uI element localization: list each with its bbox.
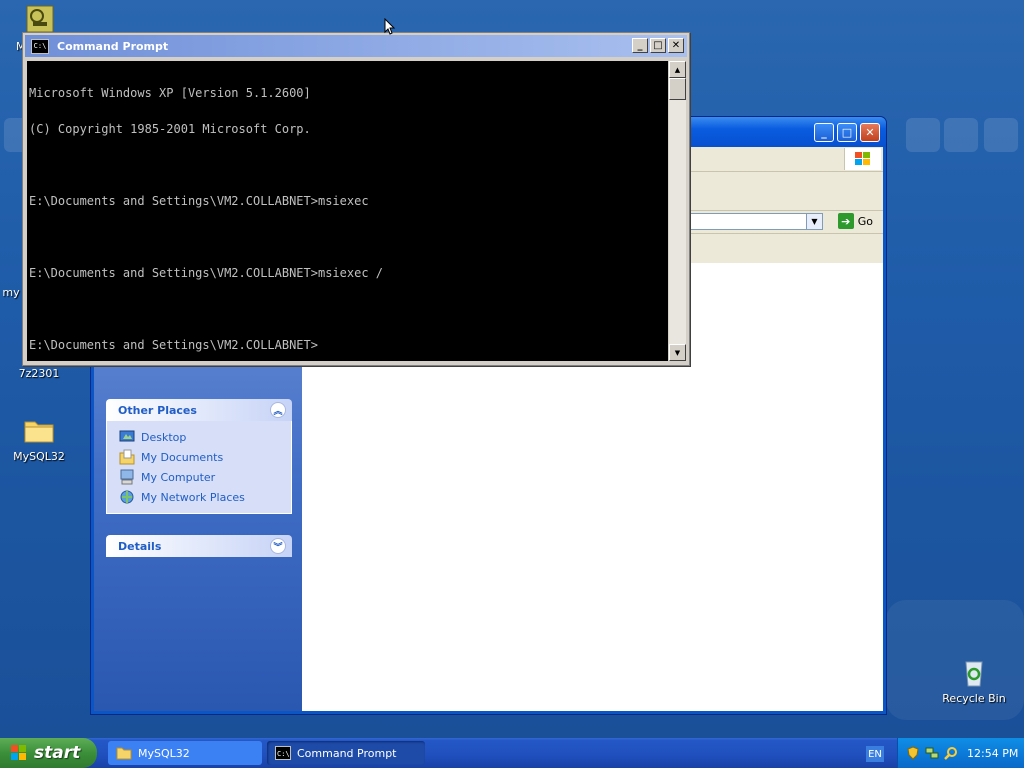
console-output[interactable]: Microsoft Windows XP [Version 5.1.2600] … (27, 61, 668, 361)
svg-text:C:\: C:\ (277, 750, 290, 758)
task-label: Command Prompt (297, 746, 397, 760)
other-places-panel: Other Places ︽ Desktop My Documents My C… (106, 399, 292, 514)
desktop-tile (944, 118, 978, 152)
my-computer-icon (120, 469, 134, 485)
network-places-icon (120, 490, 134, 504)
language-indicator[interactable]: EN (866, 746, 884, 762)
console-line: (C) Copyright 1985-2001 Microsoft Corp. (29, 122, 311, 136)
security-shield-icon[interactable] (906, 746, 920, 760)
close-button[interactable]: ✕ (860, 123, 880, 142)
start-label: start (34, 743, 81, 763)
desktop-icon-mysql32[interactable]: MySQL32 (2, 414, 76, 463)
minimize-button[interactable]: _ (814, 123, 834, 142)
search-icon[interactable] (944, 746, 958, 760)
go-arrow-icon: ➔ (837, 213, 854, 229)
mouse-cursor-icon (384, 18, 396, 35)
console-scrollbar[interactable]: ▲ ▼ (669, 61, 686, 361)
task-button-mysql32[interactable]: MySQL32 (108, 741, 262, 765)
recycle-bin-icon (965, 661, 983, 687)
desktop-icon-7z2301[interactable]: 7z2301 (2, 367, 76, 380)
close-button[interactable]: ✕ (668, 38, 684, 53)
scroll-up-icon[interactable]: ▲ (669, 61, 686, 78)
console-line: E:\Documents and Settings\VM2.COLLABNET> (29, 338, 318, 352)
clock[interactable]: 12:54 PM (967, 747, 1018, 760)
scroll-thumb[interactable] (669, 78, 686, 100)
go-label: Go (857, 214, 873, 228)
desktop-icon (119, 430, 135, 442)
network-icon[interactable] (925, 746, 939, 760)
other-places-title: Other Places (118, 403, 197, 417)
go-button[interactable]: ➔ Go (837, 213, 873, 229)
windows-logo-icon (11, 745, 26, 760)
console-line: E:\Documents and Settings\VM2.COLLABNET>… (29, 194, 369, 208)
task-button-command-prompt[interactable]: C:\ Command Prompt (267, 741, 425, 765)
maximize-button[interactable]: □ (837, 123, 857, 142)
my-documents-icon (119, 449, 135, 465)
desktop-tile (906, 118, 940, 152)
place-item-my-network-places[interactable]: My Network Places (119, 487, 279, 507)
desktop-icon-label: 7z2301 (18, 367, 60, 380)
console-line: Microsoft Windows XP [Version 5.1.2600] (29, 86, 311, 100)
windows-logo-icon (844, 148, 881, 170)
desktop-icon-label: MySQL32 (13, 450, 65, 463)
minimize-button[interactable]: _ (632, 38, 648, 53)
scroll-down-icon[interactable]: ▼ (669, 344, 686, 361)
details-header[interactable]: Details ︾ (106, 535, 292, 557)
expand-icon[interactable]: ︾ (270, 538, 286, 554)
place-item-desktop[interactable]: Desktop (119, 427, 279, 447)
desktop-tile (984, 118, 1018, 152)
place-item-my-documents[interactable]: My Documents (119, 447, 279, 467)
console-line: E:\Documents and Settings\VM2.COLLABNET>… (29, 266, 384, 280)
cmd-icon: C:\ (31, 38, 49, 54)
desktop-icon-label: my (2, 286, 20, 299)
start-button[interactable]: start (0, 738, 97, 768)
command-prompt-window[interactable]: C:\ Command Prompt _ □ ✕ Microsoft Windo… (22, 32, 690, 366)
details-title: Details (118, 539, 162, 553)
place-item-my-computer[interactable]: My Computer (119, 467, 279, 487)
details-panel: Details ︾ (106, 535, 292, 557)
maximize-button[interactable]: □ (650, 38, 666, 53)
taskbar: start MySQL32 C:\ Command Prompt EN 12:5… (0, 738, 1024, 768)
chevron-down-icon[interactable]: ▼ (806, 213, 823, 230)
cmd-titlebar[interactable]: C:\ Command Prompt _ □ ✕ (25, 35, 687, 57)
other-places-header[interactable]: Other Places ︽ (106, 399, 292, 421)
cmd-icon: C:\ (275, 746, 291, 760)
system-tray: 12:54 PM (897, 738, 1024, 768)
folder-icon (116, 747, 132, 760)
task-label: MySQL32 (138, 746, 190, 760)
collapse-icon[interactable]: ︽ (270, 402, 286, 418)
desktop-icon-recycle-bin[interactable]: Recycle Bin (937, 656, 1011, 705)
cmd-title: Command Prompt (57, 39, 169, 53)
folder-icon (24, 421, 54, 443)
desktop-icon-label: Recycle Bin (942, 692, 1006, 705)
